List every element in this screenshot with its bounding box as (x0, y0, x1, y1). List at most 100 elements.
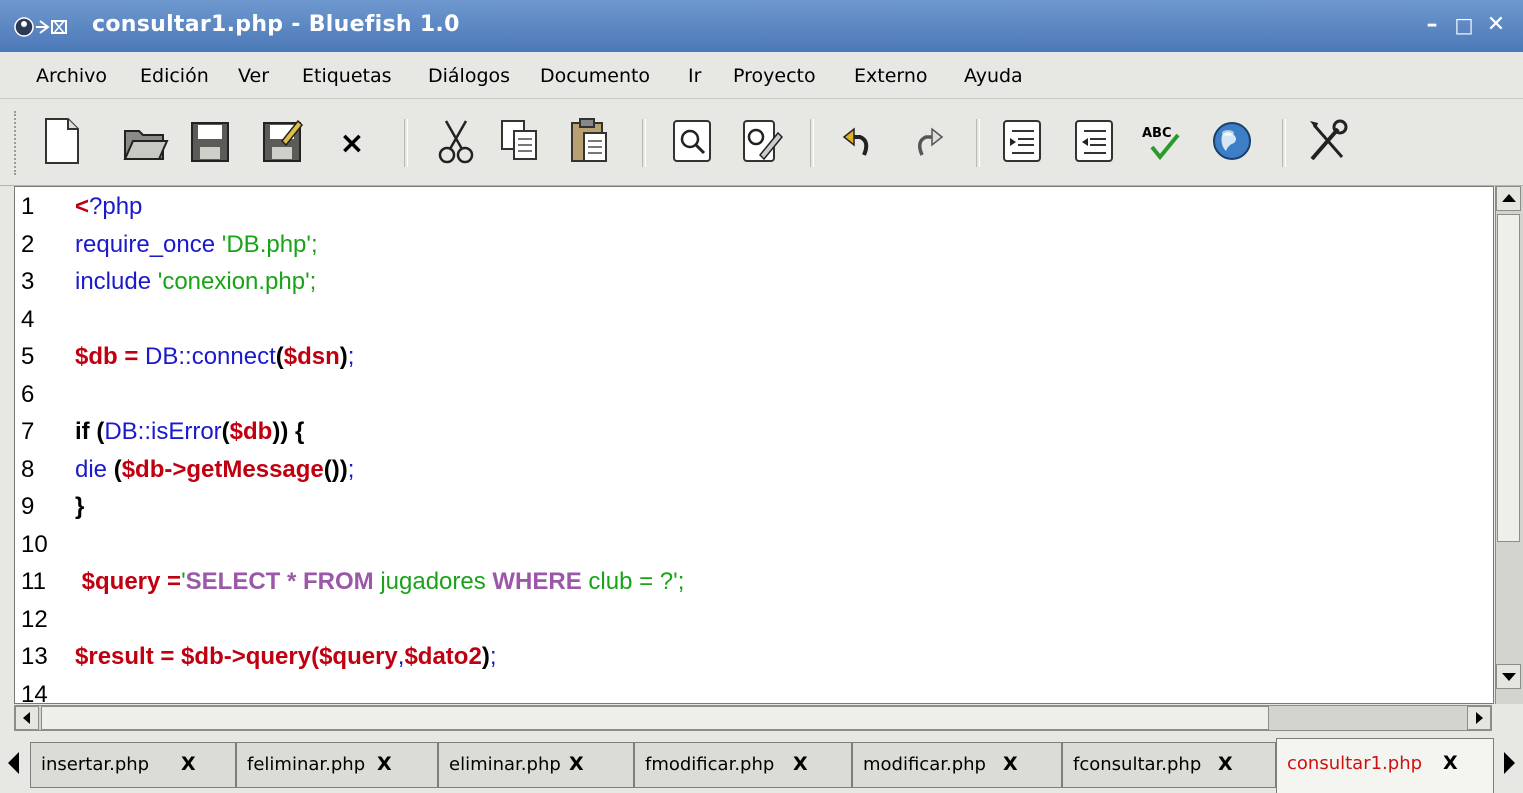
menu-ir[interactable]: Ir (688, 65, 701, 87)
code-text: } (75, 493, 84, 521)
find-button[interactable] (668, 115, 716, 167)
horizontal-scrollbar[interactable] (14, 705, 1492, 731)
tab-label: insertar.php (41, 754, 150, 775)
app-menu-icon[interactable] (14, 15, 84, 39)
tab-scroll-left-icon[interactable] (8, 752, 19, 774)
tab-modificar[interactable]: modificar.php X (852, 742, 1062, 788)
line-number: 4 (21, 305, 35, 333)
code-token: $result = $db->query( (75, 643, 320, 670)
unindent-button[interactable] (998, 115, 1046, 167)
tab-close-button[interactable]: X (793, 753, 808, 775)
line-number: 3 (21, 268, 35, 295)
code-token: $db (229, 418, 273, 445)
title-bar[interactable]: consultar1.php - Bluefish 1.0 – □ ✕ (0, 0, 1523, 52)
main-toolbar: × ABC (0, 99, 1523, 186)
code-text: require_once 'DB.php'; (75, 231, 318, 259)
minimize-button[interactable]: – (1419, 12, 1445, 38)
tab-label: feliminar.php (247, 754, 366, 775)
menu-edicion[interactable]: Edición (140, 65, 209, 87)
open-folder-icon (123, 130, 169, 160)
toolbar-handle[interactable] (14, 111, 22, 175)
maximize-button[interactable]: □ (1451, 12, 1477, 38)
tab-label: fconsultar.php (1073, 754, 1202, 775)
toolbar-separator (404, 119, 408, 167)
code-token: $query (319, 643, 398, 670)
menu-documento[interactable]: Documento (540, 65, 650, 87)
tab-close-button[interactable]: X (1218, 753, 1233, 775)
scroll-left-button[interactable] (15, 706, 39, 730)
toolbar-separator (976, 119, 980, 167)
code-editor[interactable]: 1 <?php 2 require_once 'DB.php'; 3 include 'c… (14, 186, 1494, 704)
preview-button[interactable] (1208, 115, 1256, 167)
tab-label: modificar.php (863, 754, 986, 775)
indent-button[interactable] (1070, 115, 1118, 167)
menu-etiquetas[interactable]: Etiquetas (302, 65, 392, 87)
tab-eliminar[interactable]: eliminar.php X (438, 742, 634, 788)
paste-button[interactable] (566, 115, 614, 167)
save-as-button[interactable] (258, 115, 306, 167)
find-replace-button[interactable] (738, 115, 786, 167)
code-token: $db = (75, 343, 146, 370)
tab-insertar[interactable]: insertar.php X (30, 742, 236, 788)
toolbar-separator (1282, 119, 1286, 167)
menu-bar: Archivo Edición Ver Etiquetas Diálogos D… (0, 52, 1523, 99)
tab-close-button[interactable]: X (377, 753, 392, 775)
preview-globe-icon (1213, 122, 1251, 160)
preferences-button[interactable] (1304, 115, 1352, 167)
bluefish-window: consultar1.php - Bluefish 1.0 – □ ✕ Arch… (0, 0, 1523, 793)
line-number: 10 (21, 530, 48, 558)
menu-ver[interactable]: Ver (238, 65, 269, 87)
code-text: include 'conexion.php'; (75, 268, 316, 296)
code-text: if (DB::isError($db)) { (75, 418, 304, 446)
tab-close-button[interactable]: X (181, 753, 196, 775)
code-token: if ( (75, 418, 105, 445)
vertical-scrollbar[interactable] (1495, 186, 1523, 704)
code-token: ( (113, 455, 122, 483)
window-title: consultar1.php - Bluefish 1.0 (92, 12, 460, 37)
tab-close-button[interactable]: X (569, 753, 584, 775)
scroll-up-button[interactable] (1496, 186, 1521, 211)
scroll-right-button[interactable] (1467, 706, 1491, 730)
tab-consultar1-active[interactable]: consultar1.php X (1276, 738, 1494, 793)
svg-text:×: × (339, 126, 364, 161)
line-number: 2 (21, 230, 35, 258)
redo-button[interactable] (904, 115, 952, 167)
tab-fconsultar[interactable]: fconsultar.php X (1062, 742, 1276, 788)
spellcheck-button[interactable]: ABC (1138, 115, 1186, 167)
arrow-left-icon (23, 712, 30, 724)
find-replace-icon (743, 120, 784, 162)
cut-button[interactable] (432, 115, 480, 167)
code-text: $db = DB::connect($dsn); (75, 343, 354, 371)
save-button[interactable] (186, 115, 234, 167)
scroll-down-button[interactable] (1496, 664, 1521, 689)
code-token: ; (347, 343, 355, 370)
code-text: $result = $db->query($query,$dato2); (75, 643, 496, 671)
close-window-button[interactable]: ✕ (1483, 12, 1509, 38)
horizontal-scroll-thumb[interactable] (41, 706, 1269, 730)
toolbar-separator (810, 119, 814, 167)
menu-ayuda[interactable]: Ayuda (964, 65, 1023, 87)
copy-button[interactable] (496, 115, 544, 167)
open-file-button[interactable] (122, 115, 170, 167)
tab-label: eliminar.php (449, 754, 561, 775)
tab-close-button[interactable]: X (1003, 753, 1018, 775)
code-token: include (75, 268, 158, 295)
undo-button[interactable] (834, 115, 882, 167)
tab-close-button[interactable]: X (1443, 752, 1458, 774)
menu-archivo[interactable]: Archivo (36, 65, 107, 87)
tab-scroll-right-icon[interactable] (1504, 752, 1515, 774)
vertical-scroll-thumb[interactable] (1497, 214, 1520, 542)
line-number: 1 (21, 193, 35, 220)
code-token: club = ?'; (588, 568, 685, 595)
close-file-button[interactable]: × (328, 115, 376, 167)
code-text: <?php (75, 193, 142, 221)
new-document-button[interactable] (38, 115, 86, 167)
code-token: jugadores (380, 568, 493, 595)
tab-fmodificar[interactable]: fmodificar.php X (634, 742, 852, 788)
menu-proyecto[interactable]: Proyecto (733, 65, 816, 87)
line-number: 5 (21, 343, 35, 370)
menu-externo[interactable]: Externo (854, 65, 928, 87)
tab-label: fmodificar.php (645, 754, 775, 775)
tab-feliminar[interactable]: feliminar.php X (236, 742, 438, 788)
menu-dialogos[interactable]: Diálogos (428, 65, 510, 87)
